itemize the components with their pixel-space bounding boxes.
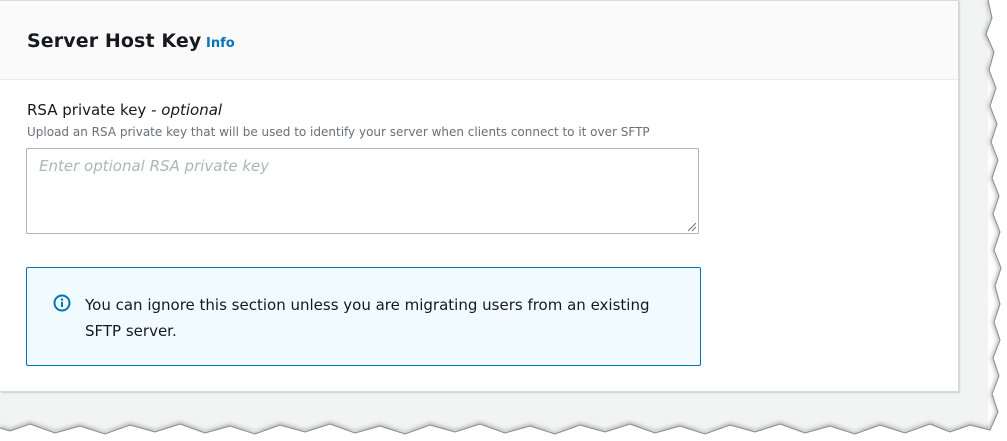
rsa-key-label: RSA private key - optional	[27, 101, 222, 119]
rsa-private-key-input[interactable]	[26, 148, 699, 234]
info-circle-icon	[53, 294, 71, 312]
server-host-key-panel: Server Host Key Info RSA private key - o…	[0, 0, 959, 392]
info-alert: You can ignore this section unless you a…	[26, 267, 701, 366]
panel-title: Server Host Key	[27, 30, 202, 52]
rsa-key-label-text: RSA private key -	[27, 101, 162, 119]
rsa-key-description: Upload an RSA private key that will be u…	[27, 125, 650, 139]
info-link[interactable]: Info	[206, 36, 235, 51]
optional-label: optional	[161, 101, 223, 119]
resize-handle-icon[interactable]	[687, 222, 697, 232]
screenshot-stage: Server Host Key Info RSA private key - o…	[0, 0, 1007, 441]
panel-header: Server Host Key Info	[0, 1, 958, 80]
alert-message: You can ignore this section unless you a…	[85, 296, 650, 340]
